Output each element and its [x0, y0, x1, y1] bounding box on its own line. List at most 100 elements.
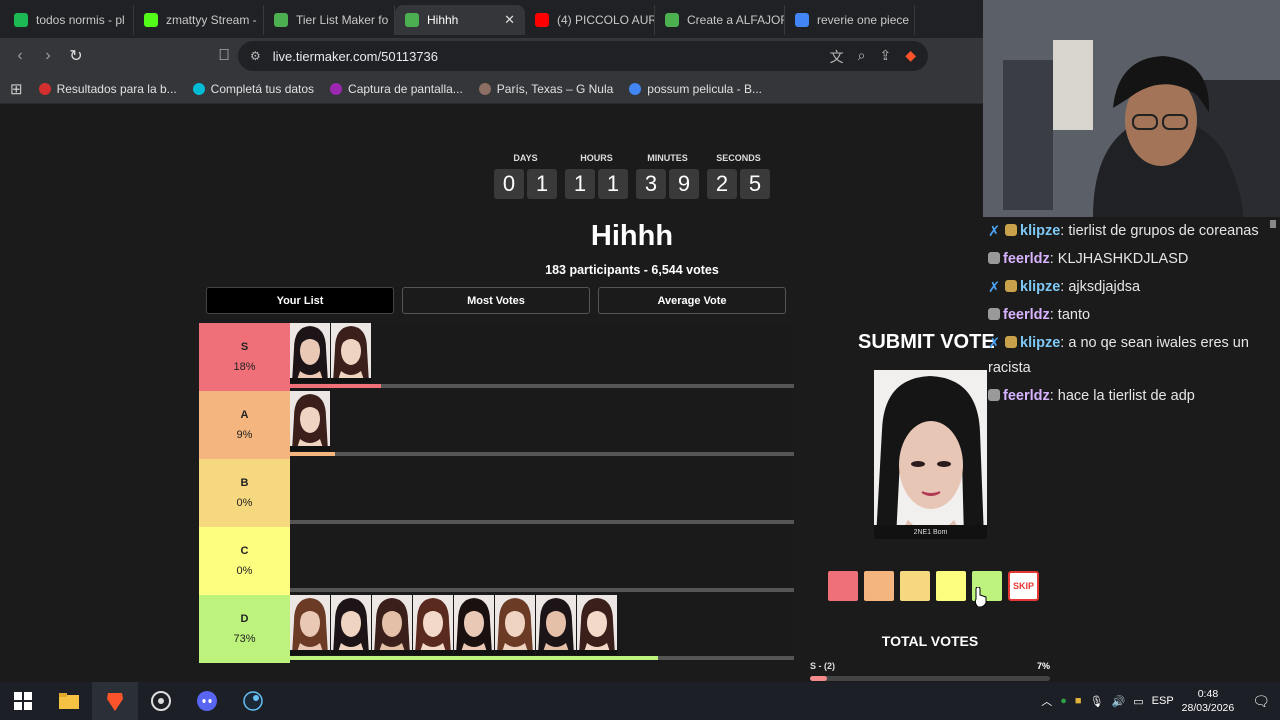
tray-app2-icon[interactable]: ■	[1075, 695, 1082, 707]
bookmark-item[interactable]: Captura de pantalla...	[330, 82, 463, 96]
microphone-icon[interactable]: 🎙	[1090, 695, 1104, 708]
forward-icon[interactable]: ›	[34, 47, 62, 65]
chat-username[interactable]: feerldz	[1003, 307, 1050, 323]
chat-username[interactable]: feerldz	[1003, 251, 1050, 267]
site-info-icon[interactable]: ⚙	[250, 49, 261, 63]
tier-row-d: D 73%	[199, 595, 794, 663]
user-badge-icon	[988, 308, 1000, 320]
browser-tab[interactable]: (4) PICCOLO AUR	[525, 5, 655, 35]
bookmark-icon[interactable]: ⎕	[210, 47, 238, 65]
countdown-digit: 9	[669, 169, 699, 199]
tier-item-image[interactable]	[372, 595, 412, 655]
tab-average-vote[interactable]: Average Vote	[598, 287, 786, 314]
sword-badge-icon: ✗	[988, 280, 1001, 296]
bookmark-favicon-icon	[478, 82, 491, 95]
tier-item-image[interactable]	[536, 595, 576, 655]
tier-item-image[interactable]	[331, 595, 371, 655]
share-icon[interactable]: ⇪	[879, 47, 891, 67]
bookmark-item[interactable]: Resultados para la b...	[38, 82, 177, 96]
discord-icon[interactable]	[184, 682, 230, 720]
tier-label: B 0%	[199, 459, 290, 527]
chat-username[interactable]: klipze	[1020, 335, 1060, 351]
back-icon[interactable]: ‹	[6, 47, 34, 65]
tier-item-image[interactable]	[454, 595, 494, 655]
brave-shield-icon[interactable]: ◆	[905, 47, 916, 67]
address-bar[interactable]: ⚙ live.tiermaker.com/50113736 文 ⌕ ⇪ ◆	[238, 41, 928, 71]
tab-favicon-icon	[144, 13, 158, 27]
countdown-timer: DAYS 0 1 HOURS 1 1 MINUTES 3 9 SECONDS 2 5	[494, 153, 770, 199]
tier-label: S 18%	[199, 323, 290, 391]
browser-toolbar: ‹ › ↻ ⎕ ⚙ live.tiermaker.com/50113736 文 …	[0, 38, 983, 74]
tier-name: A	[240, 409, 249, 421]
browser-tab[interactable]: reverie one piece	[785, 5, 915, 35]
chat-username[interactable]: feerldz	[1003, 388, 1050, 404]
steam-icon[interactable]	[230, 682, 276, 720]
tier-item-image[interactable]	[495, 595, 535, 655]
language-indicator[interactable]: ESP	[1152, 695, 1174, 707]
sword-badge-icon: ✗	[988, 224, 1001, 240]
bookmark-favicon-icon	[629, 82, 642, 95]
browser-tab[interactable]: zmattyy Stream -	[134, 5, 264, 35]
tab-title: Hihhh	[427, 13, 459, 27]
bookmark-item[interactable]: possum pelicula - B...	[629, 82, 762, 96]
chat-message: feerldz: hace la tierlist de adp	[983, 382, 1269, 410]
tab-your-list[interactable]: Your List	[206, 287, 394, 314]
browser-tab[interactable]: todos normis - pl	[4, 5, 134, 35]
vote-c-button[interactable]	[936, 571, 966, 601]
vote-s-button[interactable]	[828, 571, 858, 601]
tab-favicon-icon	[274, 13, 288, 27]
clock[interactable]: 0:48 28/03/2026	[1182, 687, 1235, 715]
chat-username[interactable]: klipze	[1020, 223, 1060, 239]
tier-items	[290, 323, 794, 391]
user-badge-icon	[988, 389, 1000, 401]
apps-grid-icon[interactable]: ⊞	[10, 80, 23, 98]
vote-a-button[interactable]	[864, 571, 894, 601]
tier-item-image[interactable]	[290, 323, 330, 383]
chat-message: ✗ klipze: tierlist de grupos de coreanas	[983, 217, 1269, 245]
browser-tab[interactable]: Hihhh ✕	[395, 5, 525, 35]
chat-scrollbar[interactable]	[1269, 220, 1277, 672]
countdown-label: HOURS	[580, 153, 613, 163]
tier-name: S	[240, 341, 249, 353]
webcam-overlay	[983, 0, 1280, 217]
network-icon[interactable]: ▭	[1133, 695, 1143, 708]
countdown-label: SECONDS	[716, 153, 761, 163]
chat-text: : tanto	[1049, 307, 1091, 323]
tier-item-image[interactable]	[290, 391, 330, 451]
bookmark-favicon-icon	[330, 82, 343, 95]
countdown-unit: SECONDS 2 5	[707, 153, 770, 199]
brave-browser-icon[interactable]	[92, 682, 138, 720]
tab-most-votes[interactable]: Most Votes	[402, 287, 590, 314]
bookmark-item[interactable]: Completá tus datos	[192, 82, 314, 96]
browser-tab[interactable]: Create a ALFAJOR	[655, 5, 785, 35]
tier-item-image[interactable]	[413, 595, 453, 655]
start-button[interactable]	[0, 682, 46, 720]
bookmark-label: possum pelicula - B...	[647, 81, 763, 96]
notifications-icon[interactable]: 🗨	[1252, 693, 1270, 710]
tray-chevron-icon[interactable]: ︿	[1041, 693, 1052, 709]
volume-icon[interactable]: 🔊	[1112, 695, 1126, 708]
translate-icon[interactable]: 文	[830, 47, 844, 67]
tier-item-image[interactable]	[577, 595, 617, 655]
tab-favicon-icon	[14, 13, 28, 27]
chat-username[interactable]: klipze	[1020, 279, 1060, 295]
candidate-caption: 2NE1 Bom	[874, 525, 987, 539]
tier-vote-bar	[290, 384, 794, 388]
subscriber-badge-icon	[1005, 336, 1017, 348]
bookmark-item[interactable]: París, Texas – G Nula	[478, 81, 614, 96]
vote-b-button[interactable]	[900, 571, 930, 601]
candidate-image	[874, 370, 987, 538]
close-tab-icon[interactable]: ✕	[504, 12, 515, 28]
bookmark-label: París, Texas – G Nula	[496, 81, 614, 96]
countdown-digit: 1	[565, 169, 595, 199]
browser-tab[interactable]: Tier List Maker fo	[264, 5, 395, 35]
bookmark-favicon-icon	[192, 82, 205, 95]
tier-percent: 0%	[236, 497, 253, 509]
file-explorer-icon[interactable]	[46, 682, 92, 720]
reload-icon[interactable]: ↻	[62, 46, 90, 66]
tier-item-image[interactable]	[290, 595, 330, 655]
tray-app-icon[interactable]: ●	[1060, 695, 1067, 707]
obs-icon[interactable]	[138, 682, 184, 720]
zoom-icon[interactable]: ⌕	[858, 47, 866, 67]
tier-item-image[interactable]	[331, 323, 371, 383]
